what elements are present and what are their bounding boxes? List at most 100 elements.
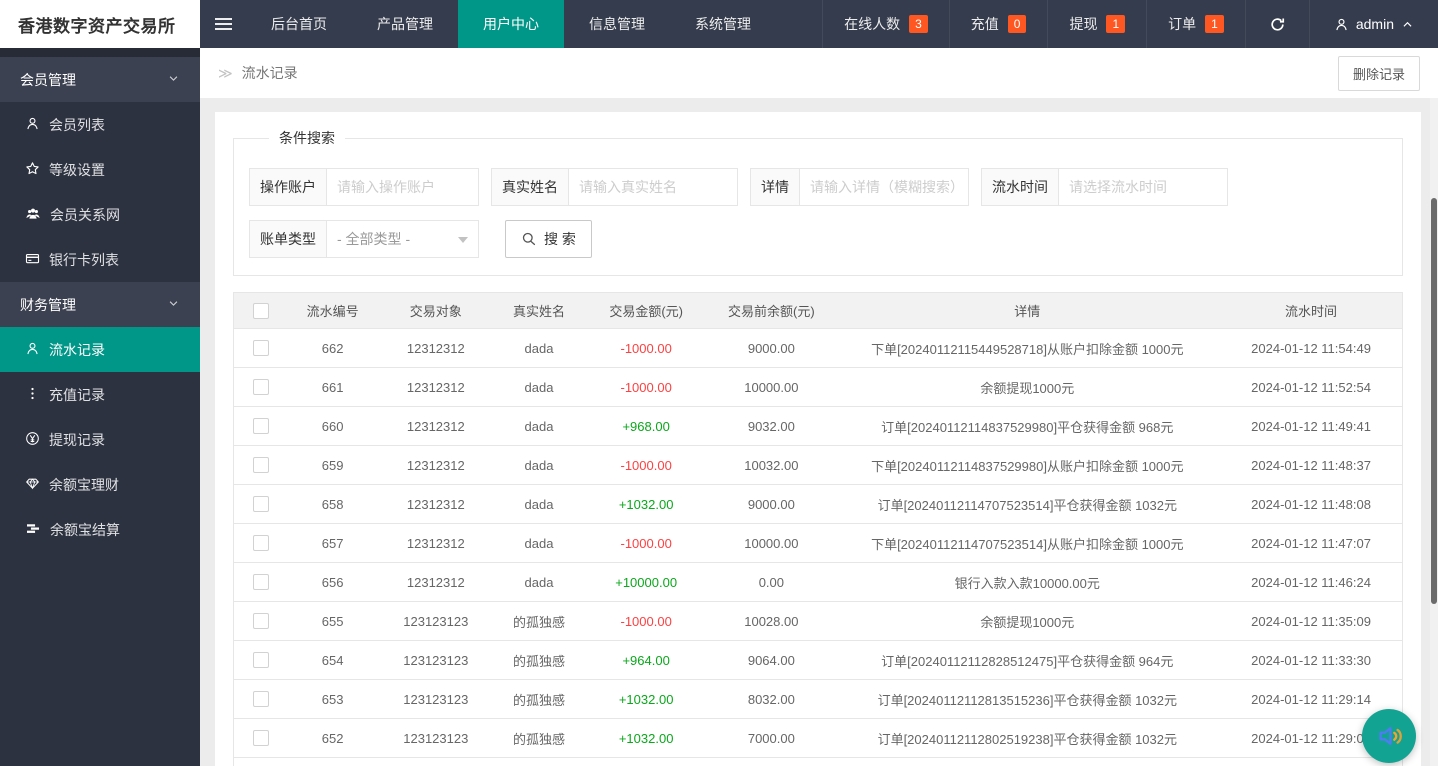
sidebar-item[interactable]: 提现记录 [0, 417, 200, 462]
cell-time: 2024-01-12 11:48:37 [1220, 446, 1402, 485]
cell-real-name: dada [494, 329, 584, 368]
cell-real-name: 的孤独感 [494, 758, 584, 766]
refresh-icon[interactable] [1245, 0, 1309, 48]
cell-amount: -1000.00 [584, 368, 708, 407]
sidebar-item[interactable]: 流水记录 [0, 327, 200, 372]
row-checkbox[interactable] [253, 574, 269, 590]
rows-icon [25, 521, 41, 539]
cell-time: 2024-01-12 11:52:54 [1220, 368, 1402, 407]
row-checkbox[interactable] [253, 496, 269, 512]
table-row: 653123123123的孤独感+1032.008032.00订单[202401… [234, 680, 1403, 719]
cell-balance: 9000.00 [708, 485, 834, 524]
col-header-balance-before: 交易前余额(元) [708, 293, 834, 329]
nav-stat[interactable]: 充值0 [949, 0, 1048, 48]
breadcrumb-chevrons-icon: ≫ [218, 65, 233, 82]
sidebar-item-label: 会员关系网 [50, 205, 120, 225]
sidebar-item[interactable]: 等级设置 [0, 147, 200, 192]
sound-announcement-button[interactable] [1362, 709, 1416, 763]
row-checkbox[interactable] [253, 340, 269, 356]
search-actions-row: 账单类型 - 全部类型 - 搜 索 [249, 220, 1387, 272]
nav-item[interactable]: 用户中心 [458, 0, 564, 48]
cell-target: 12312312 [378, 368, 494, 407]
nav-item[interactable]: 信息管理 [564, 0, 670, 48]
nav-item[interactable]: 产品管理 [352, 0, 458, 48]
cell-amount: -1000.00 [584, 446, 708, 485]
admin-user-menu[interactable]: admin [1309, 0, 1438, 48]
sidebar-item[interactable]: 余额宝理财 [0, 462, 200, 507]
nav-stat[interactable]: 在线人数3 [822, 0, 949, 48]
cell-balance: 9064.00 [708, 641, 834, 680]
scrollbar-track[interactable] [1430, 98, 1438, 766]
table-row: 65812312312dada+1032.009000.00订单[2024011… [234, 485, 1403, 524]
cell-target: 12312312 [378, 407, 494, 446]
cell-amount: +968.00 [584, 407, 708, 446]
nav-stat[interactable]: 提现1 [1047, 0, 1146, 48]
cell-balance: 8000.00 [708, 758, 834, 766]
cell-real-name: dada [494, 524, 584, 563]
cell-flow-id: 660 [288, 407, 378, 446]
cell-time: 2024-01-12 11:49:41 [1220, 407, 1402, 446]
cell-balance: 10000.00 [708, 368, 834, 407]
row-checkbox[interactable] [253, 730, 269, 746]
search-field-input[interactable] [326, 168, 479, 206]
cell-detail: 银行入款入款10000.00元 [834, 563, 1220, 602]
nav-stat-label: 订单 [1168, 14, 1196, 34]
user-icon [1334, 17, 1349, 32]
nav-item[interactable]: 后台首页 [246, 0, 352, 48]
sidebar-item-label: 提现记录 [49, 430, 105, 450]
row-checkbox[interactable] [253, 535, 269, 551]
sidebar-item-label: 充值记录 [49, 385, 105, 405]
menu-toggle-icon[interactable] [200, 0, 246, 48]
cell-balance: 9032.00 [708, 407, 834, 446]
search-button[interactable]: 搜 索 [505, 220, 592, 258]
count-badge: 3 [909, 15, 928, 33]
search-field-label: 流水时间 [981, 168, 1058, 206]
row-checkbox[interactable] [253, 613, 269, 629]
search-field-input[interactable] [568, 168, 738, 206]
nav-stat-label: 提现 [1069, 14, 1097, 34]
row-checkbox[interactable] [253, 457, 269, 473]
cell-time: 2024-01-12 11:46:24 [1220, 563, 1402, 602]
content-card: 条件搜索 操作账户真实姓名详情流水时间 账单类型 - 全部类型 - [215, 112, 1421, 766]
star-icon [25, 161, 40, 179]
scrollbar-thumb[interactable] [1431, 198, 1437, 604]
search-field-input[interactable] [799, 168, 969, 206]
nav-item[interactable]: 系统管理 [670, 0, 776, 48]
cell-balance: 0.00 [708, 563, 834, 602]
cell-target: 123123123 [378, 680, 494, 719]
row-checkbox[interactable] [253, 652, 269, 668]
cell-flow-id: 653 [288, 680, 378, 719]
row-checkbox[interactable] [253, 418, 269, 434]
table-row: 66212312312dada-1000.009000.00下单[2024011… [234, 329, 1403, 368]
sidebar-item[interactable]: 充值记录 [0, 372, 200, 417]
users-icon [25, 206, 41, 224]
sidebar-item-label: 等级设置 [49, 160, 105, 180]
sidebar-item[interactable]: 银行卡列表 [0, 237, 200, 282]
cell-amount: +1032.00 [584, 485, 708, 524]
breadcrumb-bar: ≫ 流水记录 删除记录 [200, 48, 1438, 98]
search-fields-row: 操作账户真实姓名详情流水时间 [249, 168, 1387, 220]
sidebar-item[interactable]: 会员列表 [0, 102, 200, 147]
main-content: ≫ 流水记录 删除记录 条件搜索 操作账户真实姓名详情流水时间 账单类型 - 全… [200, 48, 1438, 766]
row-checkbox[interactable] [253, 691, 269, 707]
search-field-label: 真实姓名 [491, 168, 568, 206]
delete-records-button[interactable]: 删除记录 [1338, 56, 1420, 91]
nav-stat[interactable]: 订单1 [1146, 0, 1245, 48]
search-field: 操作账户 [249, 168, 479, 206]
sidebar-item[interactable]: 余额宝结算 [0, 507, 200, 552]
gem-icon [25, 476, 40, 494]
bill-type-select[interactable]: - 全部类型 - [326, 220, 479, 258]
row-checkbox[interactable] [253, 379, 269, 395]
select-all-checkbox[interactable] [253, 303, 269, 319]
cell-amount: +1032.00 [584, 680, 708, 719]
user-icon [25, 116, 40, 134]
page-title: 流水记录 [242, 63, 298, 83]
sidebar-item[interactable]: 会员关系网 [0, 192, 200, 237]
cell-real-name: 的孤独感 [494, 680, 584, 719]
sidebar-group-title[interactable]: 会员管理 [0, 57, 200, 102]
cell-balance: 7000.00 [708, 719, 834, 758]
sidebar-group-title[interactable]: 财务管理 [0, 282, 200, 327]
cell-balance: 9000.00 [708, 329, 834, 368]
sidebar-group-label: 财务管理 [20, 295, 76, 315]
search-field-input[interactable] [1058, 168, 1228, 206]
